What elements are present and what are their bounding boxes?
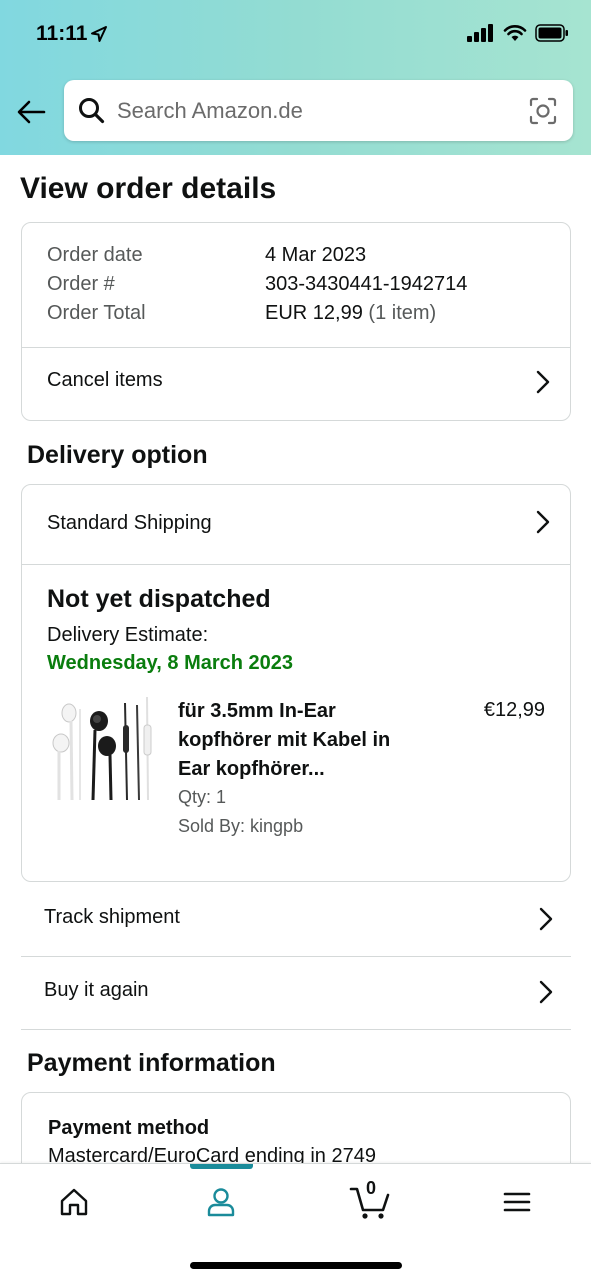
track-shipment-row[interactable]: Track shipment [21, 884, 571, 957]
order-number-label: Order # [47, 273, 115, 295]
app-header: 11:11 [0, 0, 591, 155]
back-button[interactable] [16, 96, 48, 128]
page-title: View order details [20, 172, 277, 205]
battery-icon [535, 24, 569, 47]
location-arrow-icon [90, 25, 108, 48]
camera-search-icon[interactable] [529, 97, 557, 130]
cellular-signal-icon [467, 24, 495, 47]
bottom-tab-bar: 0 [0, 1163, 591, 1280]
product-price: €12,99 [483, 699, 545, 721]
chevron-right-icon [539, 907, 553, 936]
order-summary-card: Order date 4 Mar 2023 Order # 303-343044… [21, 222, 571, 421]
wifi-icon [503, 24, 527, 47]
dispatch-status: Not yet dispatched [47, 585, 271, 613]
shipping-option-row[interactable]: Standard Shipping [22, 485, 570, 564]
product-image[interactable] [47, 695, 155, 805]
order-total-label: Order Total [47, 302, 146, 324]
cancel-items-label: Cancel items [47, 369, 163, 391]
order-date-value: 4 Mar 2023 [265, 244, 367, 266]
search-input[interactable] [117, 94, 517, 128]
track-shipment-label: Track shipment [44, 906, 180, 928]
chevron-right-icon [536, 370, 550, 399]
status-icons [467, 24, 569, 47]
tab-account[interactable] [201, 1182, 241, 1222]
home-indicator [190, 1262, 402, 1269]
payment-section-title: Payment information [27, 1049, 276, 1077]
buy-again-label: Buy it again [44, 979, 149, 1001]
cancel-items-row[interactable]: Cancel items [22, 348, 570, 421]
back-arrow-icon [17, 100, 46, 124]
product-quantity: Qty: 1 [178, 787, 227, 807]
delivery-estimate-label: Delivery Estimate: [47, 624, 209, 646]
order-total-value: EUR 12,99 (1 item) [265, 302, 436, 325]
order-date-label: Order date [47, 244, 143, 266]
cart-count: 0 [366, 1178, 377, 1198]
delivery-section-title: Delivery option [27, 441, 208, 469]
home-icon [60, 1188, 88, 1216]
chevron-right-icon [539, 980, 553, 1009]
status-time: 11:11 [36, 22, 88, 45]
buy-again-row[interactable]: Buy it again [21, 957, 571, 1030]
product-seller: Sold By: kingpb [178, 816, 304, 836]
shipping-option-label: Standard Shipping [47, 512, 212, 534]
chevron-right-icon [536, 510, 550, 539]
order-total-amount: EUR 12,99 [265, 302, 363, 324]
divider [22, 564, 570, 565]
tab-menu[interactable] [497, 1182, 537, 1222]
search-bar[interactable] [64, 80, 573, 141]
order-number-value: 303-3430441-1942714 [265, 273, 468, 295]
tab-home[interactable] [54, 1182, 94, 1222]
payment-method-title: Payment method [48, 1117, 210, 1139]
search-icon [78, 97, 105, 129]
active-tab-indicator [190, 1164, 253, 1169]
menu-icon [503, 1192, 531, 1212]
delivery-card: Standard Shipping Not yet dispatched Del… [21, 484, 571, 882]
delivery-estimate-date: Wednesday, 8 March 2023 [47, 652, 294, 674]
product-title[interactable]: für 3.5mm In-Ear kopfhörer mit Kabel in … [178, 697, 428, 784]
account-icon [207, 1188, 235, 1217]
order-total-items: (1 item) [368, 302, 437, 324]
